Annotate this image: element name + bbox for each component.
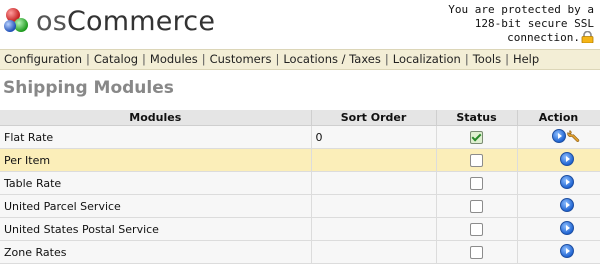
status-checked-icon: [470, 130, 483, 144]
action-cell: [517, 148, 600, 172]
sort-order: [311, 217, 437, 241]
nav-item-catalog[interactable]: Catalog: [94, 52, 138, 66]
nav-separator: |: [384, 52, 389, 66]
padlock-icon: [581, 31, 594, 43]
status-unchecked-icon: [470, 176, 483, 190]
action-cell: [517, 125, 600, 149]
info-arrow-icon[interactable]: [559, 197, 574, 212]
info-arrow-icon[interactable]: [559, 174, 574, 189]
shipping-modules-table: Modules Sort Order Status Action Flat Ra…: [0, 110, 600, 264]
nav-separator: |: [86, 52, 90, 66]
wrench-icon[interactable]: [567, 129, 581, 143]
table-row[interactable]: Table Rate: [0, 171, 600, 195]
header: osCommerce You are protected by a 128-bi…: [0, 0, 600, 48]
table-row[interactable]: Per Item: [0, 148, 600, 172]
nav-item-configuration[interactable]: Configuration: [4, 52, 82, 66]
column-header-status[interactable]: Status: [436, 110, 518, 126]
status-cell: [436, 240, 518, 264]
column-header-action: Action: [517, 110, 600, 126]
action-cell: [517, 171, 600, 195]
logo-text: osCommerce: [36, 6, 216, 37]
sort-order: [311, 194, 437, 218]
nav-separator: |: [464, 52, 469, 66]
module-name: Flat Rate: [0, 125, 312, 149]
ssl-line-2: 128-bit secure SSL: [474, 17, 594, 30]
sort-order: [311, 148, 437, 172]
oscommerce-logo[interactable]: osCommerce: [4, 6, 215, 38]
status-unchecked-icon: [470, 199, 483, 213]
sort-order: [311, 240, 437, 264]
ssl-notice: You are protected by a 128-bit secure SS…: [419, 3, 594, 45]
action-cell: [517, 240, 600, 264]
sort-order: [311, 171, 437, 195]
nav-separator: |: [505, 52, 509, 66]
status-cell: [436, 148, 518, 172]
status-unchecked-icon: [470, 222, 483, 236]
page-title: Shipping Modules: [3, 78, 174, 98]
nav-item-locations-taxes[interactable]: Locations / Taxes: [283, 52, 381, 66]
action-cell: [517, 194, 600, 218]
main-nav: Configuration | Catalog | Modules | Customers |…: [0, 49, 600, 70]
nav-separator: |: [142, 52, 146, 66]
column-header-modules[interactable]: Modules: [0, 110, 312, 126]
status-unchecked-icon: [470, 153, 483, 167]
nav-item-help[interactable]: Help: [513, 52, 539, 66]
info-arrow-icon[interactable]: [559, 243, 574, 258]
status-unchecked-icon: [470, 245, 483, 259]
nav-item-tools[interactable]: Tools: [473, 52, 501, 66]
status-cell: [436, 217, 518, 241]
module-name: Table Rate: [0, 171, 312, 195]
nav-item-customers[interactable]: Customers: [210, 52, 272, 66]
module-name: Zone Rates: [0, 240, 312, 264]
info-arrow-icon[interactable]: [559, 151, 574, 166]
nav-separator: |: [201, 52, 206, 66]
module-name: United States Postal Service: [0, 217, 312, 241]
table-row[interactable]: United Parcel Service: [0, 194, 600, 218]
table-row[interactable]: United States Postal Service: [0, 217, 600, 241]
nav-item-modules[interactable]: Modules: [150, 52, 198, 66]
status-cell: [436, 194, 518, 218]
ssl-line-3: connection.: [419, 31, 594, 45]
action-cell: [517, 217, 600, 241]
module-name: United Parcel Service: [0, 194, 312, 218]
status-cell: [436, 171, 518, 195]
logo-icon: [4, 6, 34, 36]
status-cell: [436, 125, 518, 149]
table-header-row: Modules Sort Order Status Action: [0, 110, 600, 126]
column-header-sort-order[interactable]: Sort Order: [311, 110, 437, 126]
table-row[interactable]: Zone Rates: [0, 240, 600, 264]
sort-order: 0: [311, 125, 437, 149]
nav-separator: |: [275, 52, 280, 66]
info-arrow-icon[interactable]: [552, 128, 566, 143]
table-row[interactable]: Flat Rate 0: [0, 125, 600, 149]
module-name: Per Item: [0, 148, 312, 172]
ssl-line-1: You are protected by a: [448, 3, 594, 16]
nav-item-localization[interactable]: Localization: [393, 52, 461, 66]
info-arrow-icon[interactable]: [559, 220, 574, 235]
